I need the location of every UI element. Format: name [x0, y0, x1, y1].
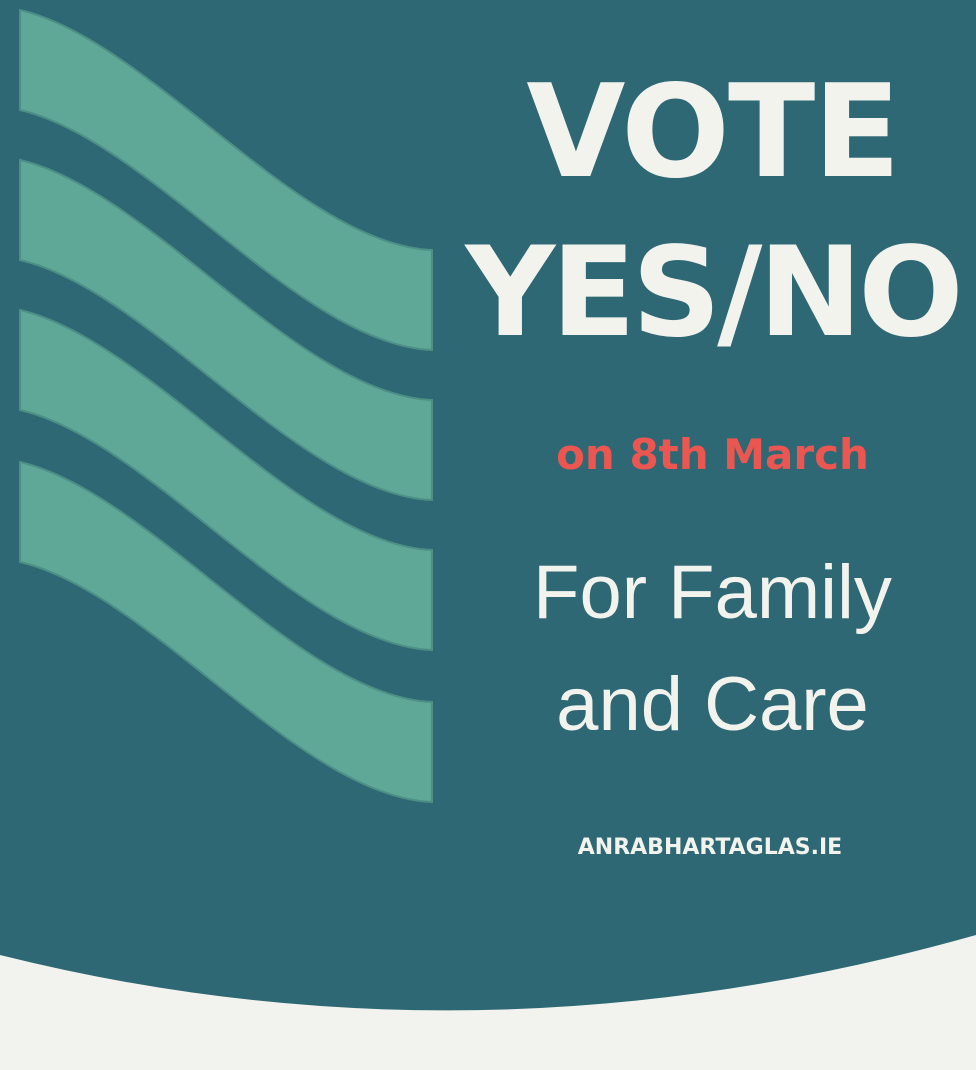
tagline-line-1: For Family: [533, 550, 892, 635]
headline-yes-no: YES/NO: [465, 221, 963, 365]
tagline-line-2: and Care: [556, 662, 869, 747]
vote-date: on 8th March: [556, 430, 869, 479]
website-link: ANRABHARTAGLAS.IE: [577, 835, 843, 860]
headline-vote: VOTE: [526, 58, 900, 207]
